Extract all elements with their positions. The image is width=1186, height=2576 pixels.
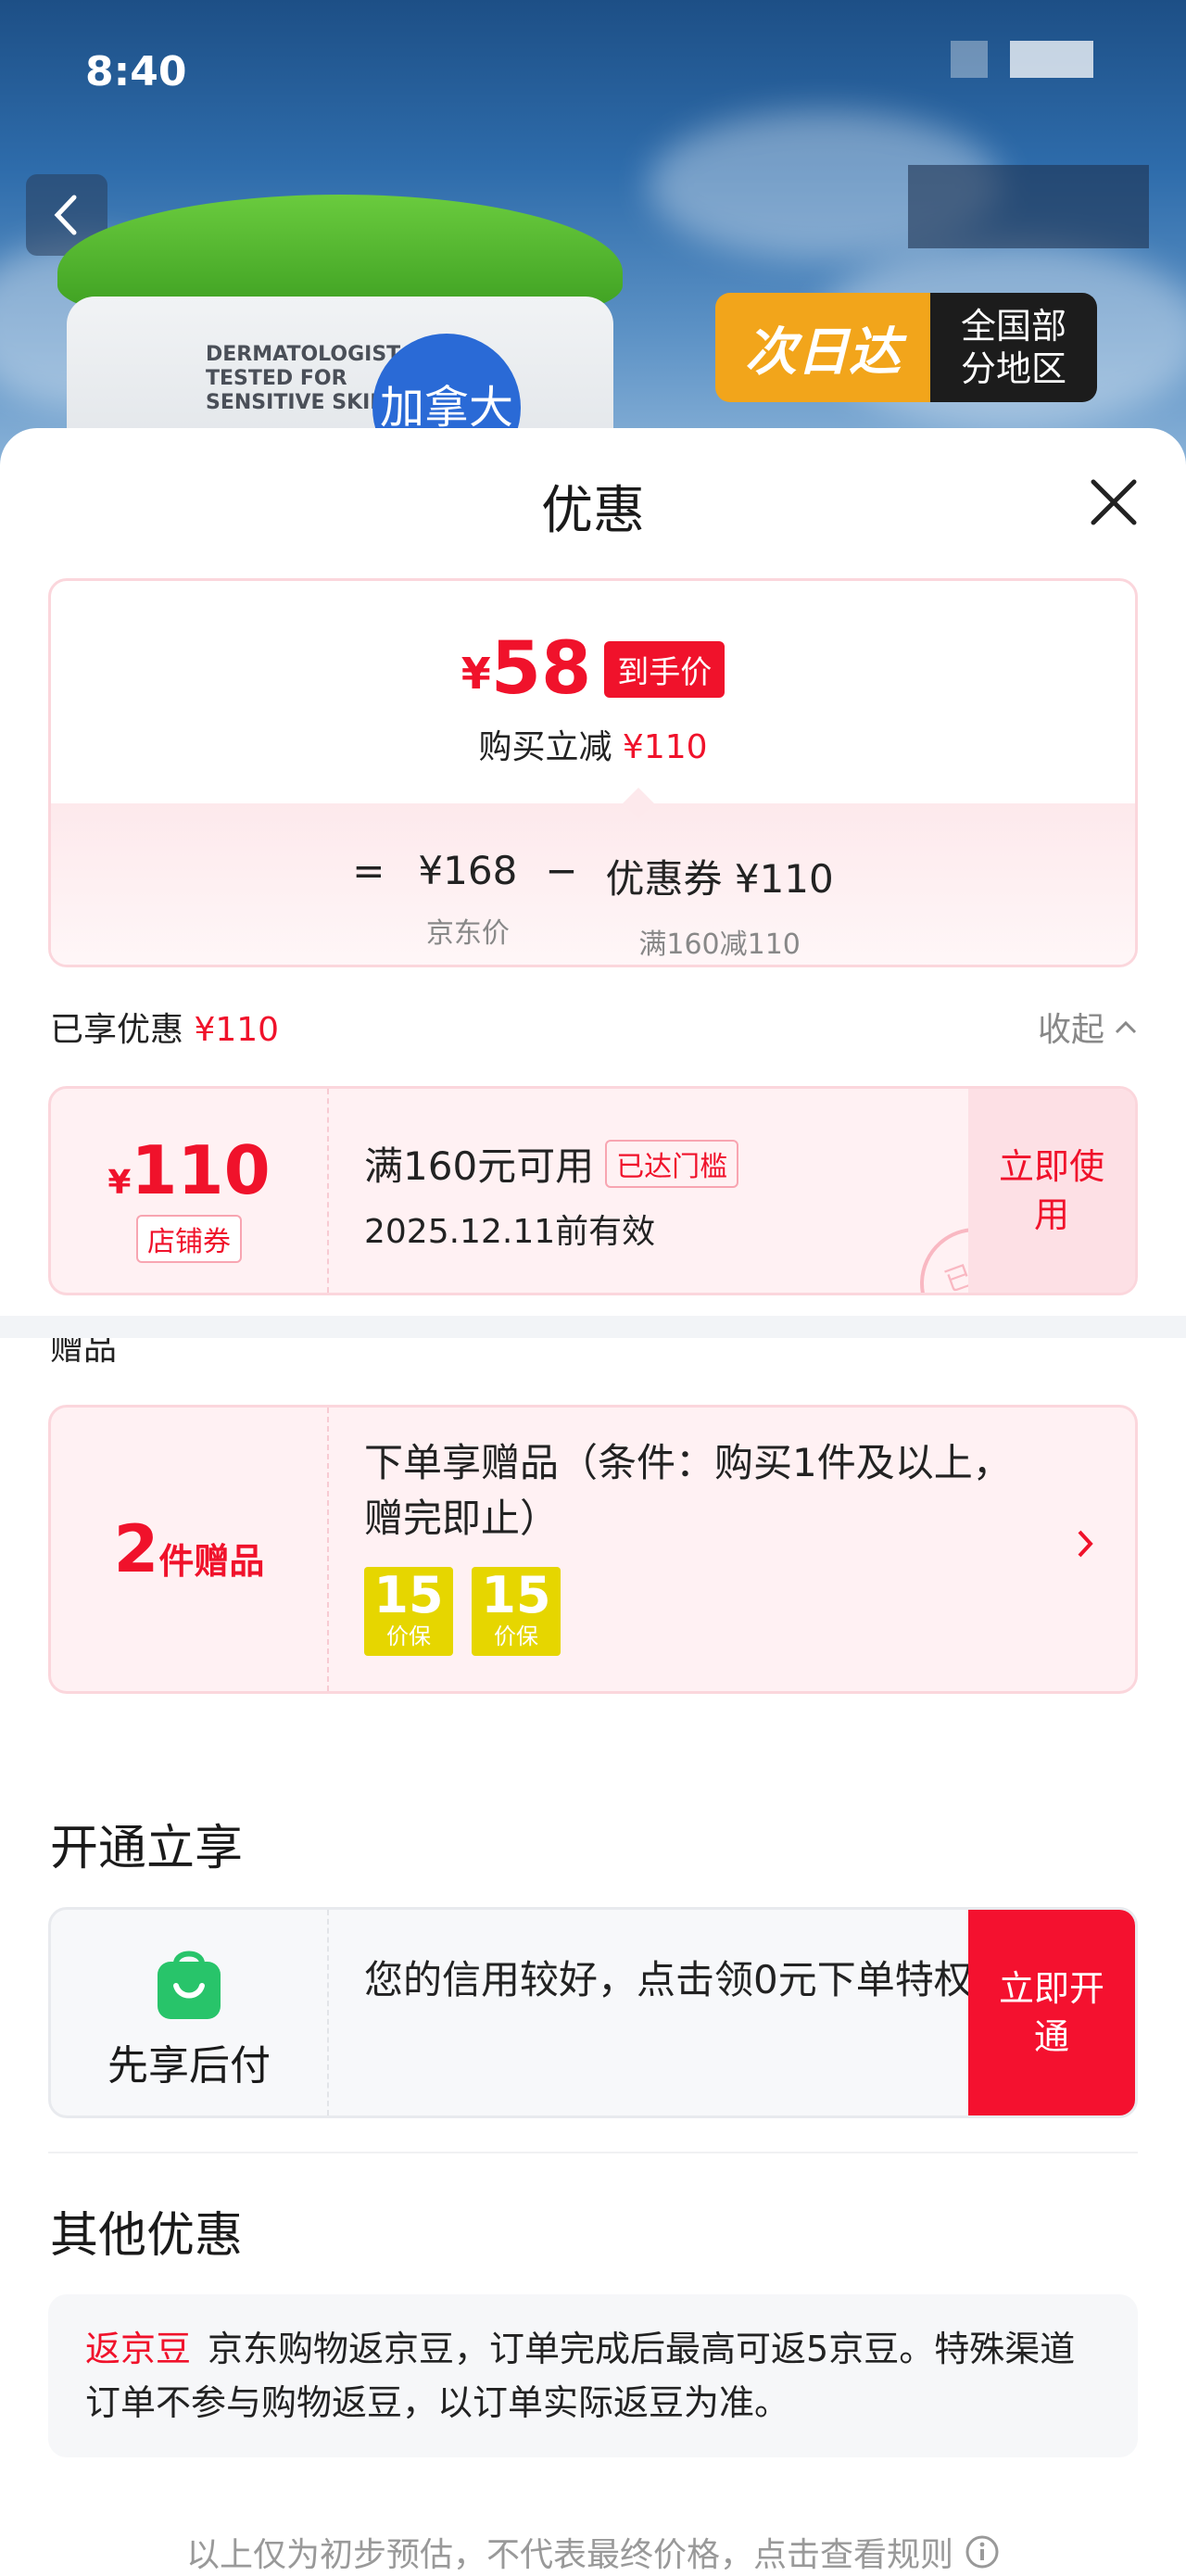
jar-label-text: DERMATOLOGIST TESTED FOR SENSITIVE SKIN xyxy=(206,343,401,414)
info-icon xyxy=(965,2535,999,2569)
shopping-bag-icon xyxy=(158,1951,221,2019)
jd-beans-info: 返京豆 京东购物返京豆，订单完成后最高可返5京豆。特殊渠道订单不参与购物返豆，以订… xyxy=(48,2294,1138,2457)
badge-number: 15 xyxy=(481,1566,551,1624)
enjoyed-label: 已享优惠 xyxy=(50,1011,184,1049)
divider xyxy=(48,2152,1138,2153)
delivery-main-label: 次日达 xyxy=(715,293,930,402)
coupon-value: ¥110 xyxy=(51,1131,327,1209)
reduce-amount: ¥110 xyxy=(622,728,708,766)
pay-later-name: 先享后付 xyxy=(107,2042,271,2090)
jd-price: ¥168 xyxy=(418,848,518,893)
collapse-toggle[interactable]: 收起 xyxy=(1038,1003,1138,1051)
badge-label: 价保 xyxy=(494,1623,538,1649)
final-price-tag: 到手价 xyxy=(604,640,725,698)
reduce-label: 购买立减 xyxy=(478,728,612,766)
status-time: 8:40 xyxy=(85,48,187,95)
reduce-line: 购买立减 ¥110 xyxy=(51,720,1135,768)
status-icons xyxy=(951,41,1093,78)
coupon-rule: 满160减110 xyxy=(638,928,801,961)
gift-count: 2 xyxy=(113,1511,159,1587)
price-formula: = ¥168 京东价 − 优惠券 ¥110 满160减110 xyxy=(51,803,1135,965)
chevron-right-icon xyxy=(1078,1530,1093,1558)
equals-sign: = xyxy=(352,848,385,893)
gift-badges: 15 价保 15 价保 xyxy=(364,1567,561,1656)
other-section-title: 其他优惠 xyxy=(50,2208,244,2264)
badge-label: 价保 xyxy=(386,1623,431,1649)
use-coupon-button[interactable]: 立即使用 xyxy=(968,1089,1135,1293)
pay-later-description: 您的信用较好，点击领0元下单特权 xyxy=(364,1957,973,2002)
product-hero-image: 8:40 DERMATOLOGIST TESTED FOR SENSITIVE … xyxy=(0,0,1186,482)
minus-sign: − xyxy=(545,848,578,893)
delivery-badge: 次日达 全国部分地区 xyxy=(715,293,1097,402)
close-button[interactable] xyxy=(1086,474,1142,530)
rules-footer[interactable]: 以上仅为初步预估，不代表最终价格，点击查看规则 xyxy=(0,2528,1186,2576)
activate-button[interactable]: 立即开通 xyxy=(968,1910,1135,2115)
chevron-up-icon xyxy=(1115,1020,1137,1034)
final-price: 58 xyxy=(490,627,592,711)
blurred-region xyxy=(908,165,1149,248)
footer-text: 以上仅为初步预估，不代表最终价格，点击查看规则 xyxy=(185,2536,953,2574)
enjoyed-discount: 已享优惠 ¥110 xyxy=(50,1003,279,1051)
coupon-currency: ¥ xyxy=(107,1164,132,1202)
price-protect-badge: 15 价保 xyxy=(364,1567,453,1656)
badge-number: 15 xyxy=(373,1566,444,1624)
store-coupon-card[interactable]: ¥110 店铺券 满160元可用 已达门槛 2025.12.11前有效 已领 立… xyxy=(48,1086,1138,1295)
open-section-title: 开通立享 xyxy=(50,1821,244,1876)
enjoyed-amount: ¥110 xyxy=(194,1011,280,1049)
collapse-label: 收起 xyxy=(1037,1011,1104,1049)
coupon-condition: 满160元可用 xyxy=(364,1143,595,1189)
coupon-validity: 2025.12.11前有效 xyxy=(364,1213,656,1251)
jd-beans-text: 京东购物返京豆，订单完成后最高可返5京豆。特殊渠道订单不参与购物返豆，以订单实际… xyxy=(85,2329,1076,2423)
threshold-reached-badge: 已达门槛 xyxy=(605,1139,739,1188)
pay-later-card[interactable]: 先享后付 您的信用较好，点击领0元下单特权 立即开通 xyxy=(48,1907,1138,2118)
coupon-amount: 优惠券 ¥110 xyxy=(605,856,834,902)
gift-count-label: 件赠品 xyxy=(158,1540,265,1582)
gift-card[interactable]: 2 件赠品 下单享赠品（条件：购买1件及以上，赠完即止） 15 价保 15 价保 xyxy=(48,1405,1138,1694)
close-icon xyxy=(1091,479,1137,525)
coupon-amount-value: 110 xyxy=(131,1131,271,1209)
jd-beans-tag: 返京豆 xyxy=(85,2329,192,2369)
price-summary-card: ¥ 58 到手价 购买立减 ¥110 = ¥168 京东价 − 优惠券 ¥110… xyxy=(48,578,1138,967)
coupon-type-badge: 店铺券 xyxy=(136,1215,242,1263)
delivery-region-label: 全国部分地区 xyxy=(930,293,1097,402)
currency-symbol: ¥ xyxy=(461,649,491,699)
jd-price-label: 京东价 xyxy=(425,917,510,950)
sheet-title: 优惠 xyxy=(541,481,645,541)
section-divider xyxy=(0,1316,1186,1338)
gift-description: 下单享赠品（条件：购买1件及以上，赠完即止） xyxy=(364,1440,1012,1541)
price-protect-badge: 15 价保 xyxy=(472,1567,561,1656)
